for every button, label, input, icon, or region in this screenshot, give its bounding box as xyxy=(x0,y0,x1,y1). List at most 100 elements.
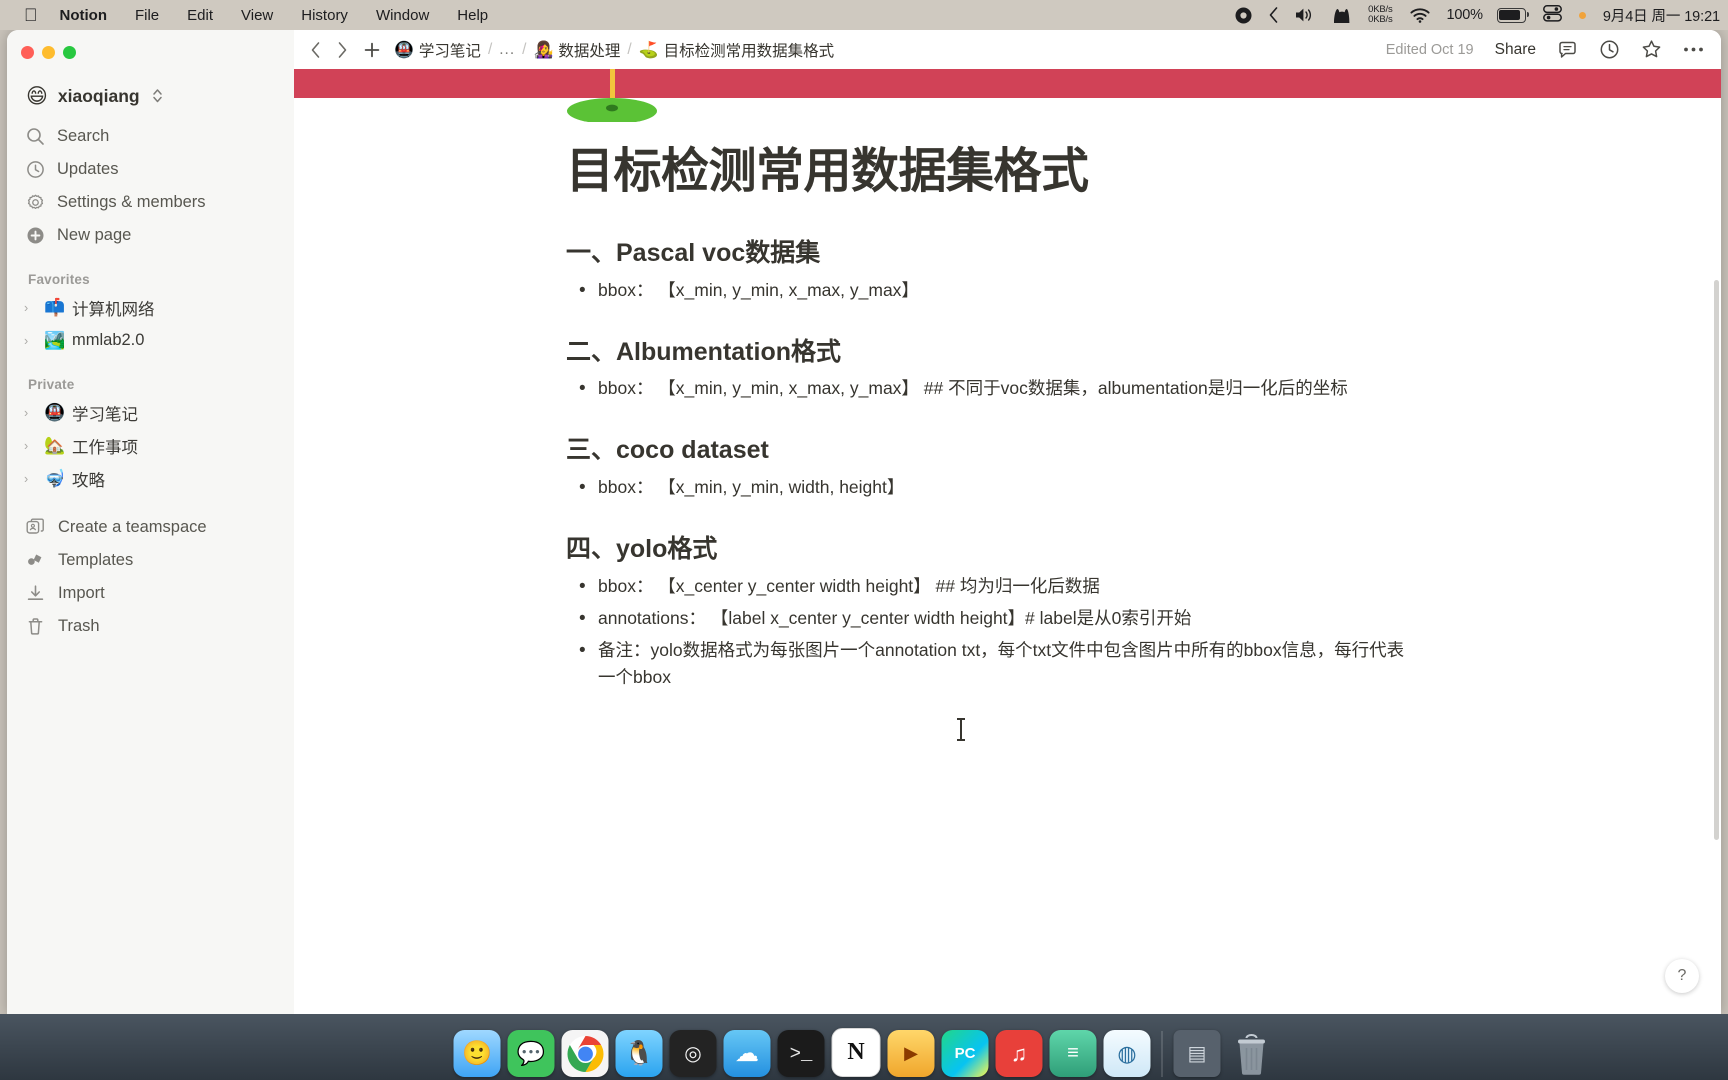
sidebar-item-new-page[interactable]: New page xyxy=(7,219,294,252)
list-item[interactable]: bbox： 【x_center y_center width height】 #… xyxy=(566,572,1411,602)
section-heading[interactable]: 二、Albumentation格式 xyxy=(566,336,1411,369)
dock-item-cloud-drive[interactable]: ☁ xyxy=(723,1030,771,1077)
chevron-right-icon[interactable]: › xyxy=(24,301,38,315)
sidebar-item-create-teamspace[interactable]: Create a teamspace xyxy=(7,511,294,544)
sidebar-item-xuexibiji[interactable]: › 🚇 学习笔记 xyxy=(7,396,294,429)
breadcrumb-label: 目标检测常用数据集格式 xyxy=(663,42,835,60)
trash-icon xyxy=(1237,1033,1265,1075)
menu-bar-clock[interactable]: 9月4日 周一 19:21 xyxy=(1603,5,1720,26)
page-icon-golf[interactable] xyxy=(567,69,659,122)
menu-bar-status-area: 0KB/s 0KB/s 100% 9月4日 周一 19:21 xyxy=(1235,4,1728,26)
close-button[interactable] xyxy=(21,46,34,59)
chevron-right-icon[interactable]: › xyxy=(24,472,38,486)
comment-icon[interactable] xyxy=(1557,39,1578,60)
breadcrumb-separator: / xyxy=(627,40,632,58)
apple-logo-icon[interactable]:  xyxy=(24,6,38,24)
section-heading[interactable]: 一、Pascal voc数据集 xyxy=(566,237,1411,270)
cat-icon[interactable] xyxy=(1332,7,1351,24)
list-item[interactable]: 备注：yolo数据格式为每张图片一个annotation txt，每个txt文件… xyxy=(566,636,1411,691)
page-content: 目标检测常用数据集格式 一、Pascal voc数据集 bbox： 【x_min… xyxy=(294,122,1721,741)
dock-item-translate[interactable]: ▶ xyxy=(887,1030,935,1077)
dock-item-wechat[interactable]: 💬 xyxy=(507,1030,555,1077)
sidebar-item-jisuanjiwangluo[interactable]: › 📫 计算机网络 xyxy=(7,291,294,324)
menu-item-history[interactable]: History xyxy=(301,7,348,24)
control-center-icon[interactable] xyxy=(1542,5,1562,25)
workspace-switcher[interactable]: 😄 xiaoqiang xyxy=(20,83,242,110)
sidebar-item-trash[interactable]: Trash xyxy=(7,610,294,643)
nav-back-icon[interactable] xyxy=(310,41,321,59)
volume-icon[interactable] xyxy=(1295,7,1315,23)
sidebar-item-settings[interactable]: Settings & members xyxy=(7,186,294,219)
status-dot-icon xyxy=(1578,11,1586,19)
page-emoji-icon: 📫 xyxy=(44,297,66,317)
page-topbar: 🚇 学习笔记 / ... / 👩‍🎤 数据处理 / ⛳ 目标检测常用数据集格式 xyxy=(294,30,1721,69)
main-content-area: 🚇 学习笔记 / ... / 👩‍🎤 数据处理 / ⛳ 目标检测常用数据集格式 xyxy=(294,30,1721,1015)
menu-item-help[interactable]: Help xyxy=(457,7,488,24)
list-item[interactable]: bbox： 【x_min, y_min, x_max, y_max】 ## 不同… xyxy=(566,374,1411,404)
minimize-button[interactable] xyxy=(42,46,55,59)
sidebar-item-gonglue[interactable]: › 🤿 攻略 xyxy=(7,462,294,495)
section-heading[interactable]: 三、coco dataset xyxy=(566,434,1411,467)
wifi-icon[interactable] xyxy=(1409,7,1430,23)
battery-percent-label: 100% xyxy=(1446,7,1483,23)
breadcrumb-item-ellipsis[interactable]: ... xyxy=(499,41,515,59)
new-page-plus-icon[interactable] xyxy=(364,42,380,58)
breadcrumb-item-current-page[interactable]: ⛳ 目标检测常用数据集格式 xyxy=(639,39,834,61)
window-traffic-lights[interactable] xyxy=(21,46,76,59)
page-cover[interactable] xyxy=(294,69,1721,122)
sidebar-item-mmlab20[interactable]: › 🏞️ mmlab2.0 xyxy=(7,324,294,357)
bulleted-list: bbox： 【x_min, y_min, x_max, y_max】 ## 不同… xyxy=(566,374,1411,404)
sidebar-item-search[interactable]: Search xyxy=(7,120,294,153)
nav-forward-icon[interactable] xyxy=(337,41,348,59)
zoom-button[interactable] xyxy=(63,46,76,59)
dock-item-terminal[interactable]: >_ xyxy=(777,1030,825,1077)
menu-item-view[interactable]: View xyxy=(241,7,273,24)
chevron-right-icon[interactable]: › xyxy=(24,439,38,453)
dock-item-qq[interactable]: 🐧 xyxy=(615,1030,663,1077)
chevron-updown-icon xyxy=(152,88,163,106)
list-item[interactable]: bbox： 【x_min, y_min, x_max, y_max】 xyxy=(566,276,1411,306)
dock-item-trash[interactable] xyxy=(1228,1030,1275,1077)
text-cursor xyxy=(957,718,965,741)
dock-item-chrome[interactable] xyxy=(561,1030,609,1077)
chevron-right-icon[interactable]: › xyxy=(24,334,38,348)
sidebar-item-gongzuoshixiang[interactable]: › 🏡 工作事项 xyxy=(7,429,294,462)
translate-icon: ▶ xyxy=(904,1043,918,1063)
dock-item-typora[interactable]: ≡ xyxy=(1049,1030,1097,1077)
chevron-right-icon[interactable]: › xyxy=(24,406,38,420)
menu-item-file[interactable]: File xyxy=(135,7,159,24)
chevron-left-icon[interactable] xyxy=(1269,7,1278,23)
dock-item-notion[interactable]: N xyxy=(831,1028,881,1077)
plus-circle-icon xyxy=(26,226,45,245)
dock-item-pycharm[interactable]: PC xyxy=(941,1030,989,1077)
record-icon[interactable] xyxy=(1235,7,1252,24)
help-button[interactable]: ? xyxy=(1665,959,1699,993)
dock-item-netease-music[interactable]: ♫ xyxy=(995,1030,1043,1077)
battery-icon[interactable] xyxy=(1496,7,1529,23)
menu-item-edit[interactable]: Edit xyxy=(187,7,213,24)
trash-icon xyxy=(26,617,45,636)
list-item[interactable]: annotations： 【label x_center y_center wi… xyxy=(566,604,1411,634)
section-heading[interactable]: 四、yolo格式 xyxy=(566,533,1411,566)
menu-item-window[interactable]: Window xyxy=(376,7,429,24)
sidebar-item-label: Settings & members xyxy=(57,193,206,211)
macos-dock: 🙂 💬 🐧 ◎ ☁ >_ N ▶ PC ♫ ≡ ◍ ▤ xyxy=(446,1015,1283,1077)
history-clock-icon[interactable] xyxy=(1599,39,1620,60)
breadcrumb-item-shujuchuli[interactable]: 👩‍🎤 数据处理 xyxy=(533,39,620,61)
dock-item-downloads-stack[interactable]: ▤ xyxy=(1173,1030,1221,1077)
sidebar-item-import[interactable]: Import xyxy=(7,577,294,610)
menu-item-notion[interactable]: Notion xyxy=(60,7,107,24)
star-icon[interactable] xyxy=(1641,39,1662,60)
dock-item-finder[interactable]: 🙂 xyxy=(453,1030,501,1077)
vertical-scrollbar[interactable] xyxy=(1714,280,1719,840)
breadcrumb-item-xuexibiji[interactable]: 🚇 学习笔记 xyxy=(394,39,481,61)
more-horizontal-icon[interactable] xyxy=(1683,46,1704,53)
sidebar-item-updates[interactable]: Updates xyxy=(7,153,294,186)
list-item[interactable]: bbox： 【x_min, y_min, width, height】 xyxy=(566,473,1411,503)
sidebar-item-templates[interactable]: Templates xyxy=(7,544,294,577)
share-button[interactable]: Share xyxy=(1495,41,1536,59)
dock-item-screenshot-tool[interactable]: ◎ xyxy=(669,1030,717,1077)
page-title[interactable]: 目标检测常用数据集格式 xyxy=(566,144,1411,199)
workspace-avatar: 😄 xyxy=(26,85,48,108)
dock-item-preview[interactable]: ◍ xyxy=(1103,1030,1151,1077)
